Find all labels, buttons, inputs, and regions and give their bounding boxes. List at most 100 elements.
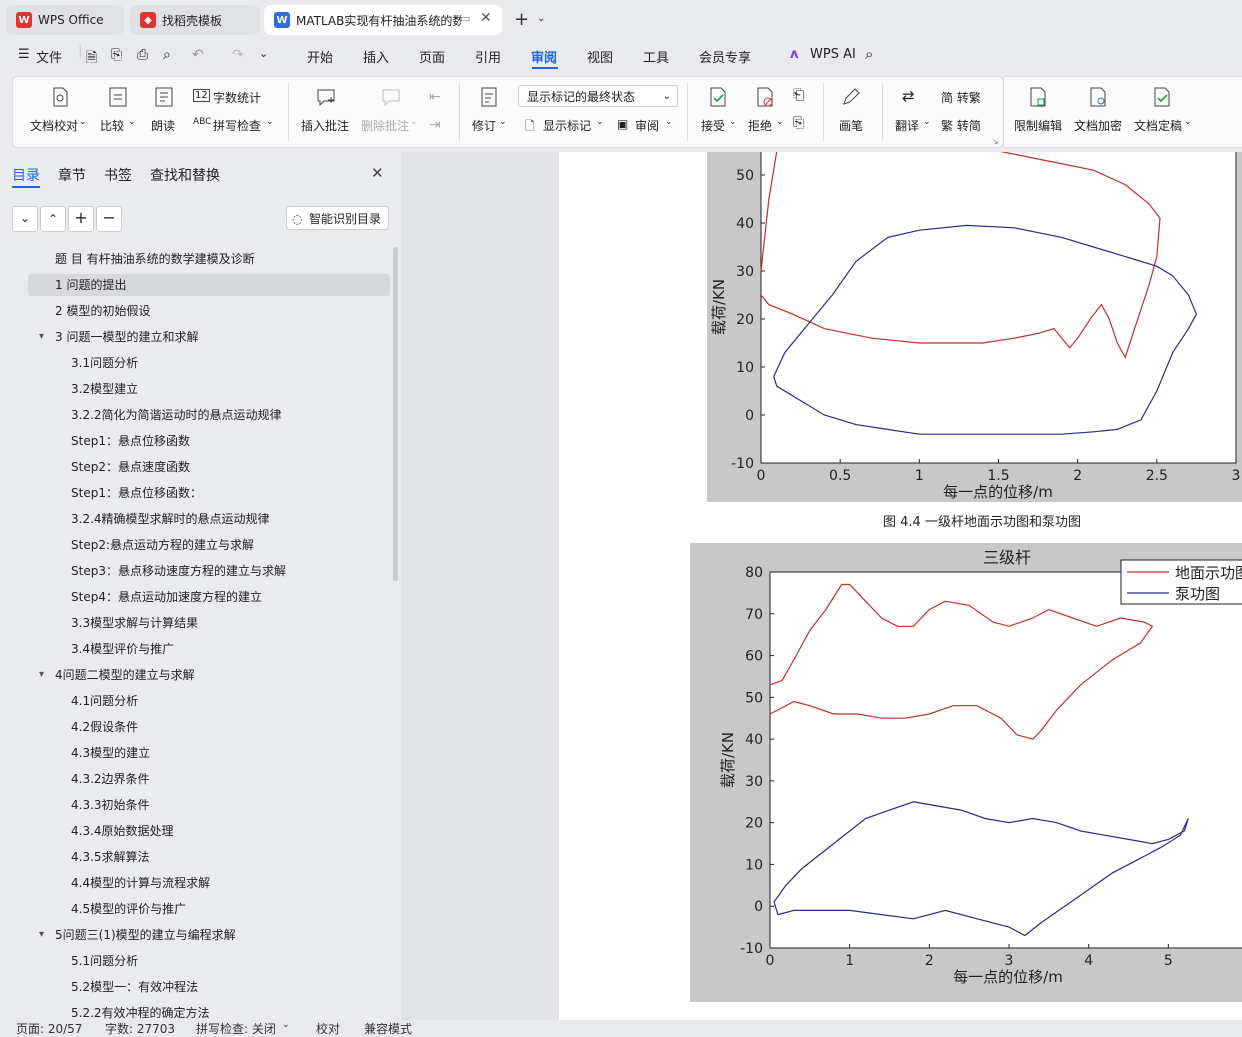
reject-button[interactable]: 拒绝 [748,117,772,134]
menu-insert[interactable]: 插入 [363,47,389,66]
toc-item[interactable]: 4.5模型的评价与推广 [0,898,392,920]
remove-heading-button[interactable]: − [96,206,122,232]
toc-item[interactable]: 4.3模型的建立 [0,742,392,764]
markup-mode-select[interactable]: 显示标记的最终状态 ⌄ [518,85,678,107]
toc-item[interactable]: 题 目 有杆抽油系统的数学建模及诊断 [0,248,392,270]
toc-item[interactable]: Step4：悬点运动加速度方程的建立 [0,586,392,608]
new-tab-plus-icon[interactable]: + [514,9,529,30]
toc-item[interactable]: 4.4模型的计算与流程求解 [0,872,392,894]
show-markup-button[interactable]: 显示标记 [543,117,591,134]
toc-item[interactable]: ▾ 4问题二模型的建立与求解 [0,664,392,686]
quick-access-chevron-icon[interactable]: ⌄ [259,47,268,60]
menu-review[interactable]: 审阅 [531,47,557,66]
close-tab-icon[interactable]: ✕ [480,10,492,26]
dialog-launcher-icon[interactable]: ↘ [992,137,999,146]
add-heading-button[interactable]: + [68,206,94,232]
toc-item[interactable]: 2 模型的初始假设 [0,300,392,322]
nav-tab-find-replace[interactable]: 查找和替换 [150,165,220,185]
menu-reference[interactable]: 引用 [475,47,501,66]
menu-tools[interactable]: 工具 [643,47,669,66]
tab-docer-templates[interactable]: ◆ 找稻壳模板 [130,5,260,35]
menu-page[interactable]: 页面 [419,47,445,66]
chevron-down-icon[interactable]: ⌄ [729,117,737,127]
chevron-down-icon[interactable]: ⌄ [499,117,507,127]
toc-item[interactable]: ▾ 5问题三(1)模型的建立与编程求解 [0,924,392,946]
delete-comment-button[interactable]: 删除批注 [361,117,409,134]
toc-item[interactable]: 4.3.3初始条件 [0,794,392,816]
toc-item[interactable]: 3.2模型建立 [0,378,392,400]
toc-item[interactable]: 4.3.5求解算法 [0,846,392,868]
toc-item[interactable]: Step1：悬点位移函数： [0,482,392,504]
toc-item[interactable]: 3.1问题分析 [0,352,392,374]
toc-item[interactable]: 3.3模型求解与计算结果 [0,612,392,634]
to-simplified-button[interactable]: 繁 转简 [941,117,981,134]
chevron-down-icon[interactable]: ⌄ [282,1020,290,1030]
smart-toc-button[interactable]: ◌ 智能识别目录 [286,206,389,230]
chevron-down-icon[interactable]: ⌄ [1184,117,1192,127]
restrict-edit-button[interactable]: 限制编辑 [1014,117,1062,134]
toc-item[interactable]: ▾ 3 问题一模型的建立和求解 [0,326,392,348]
track-changes-button[interactable]: 修订 [472,117,496,134]
finalize-button[interactable]: 文档定稿 [1134,117,1182,134]
toc-item[interactable]: 1 问题的提出 [28,274,390,296]
spell-check-status[interactable]: 拼写检查: 关闭 [196,1020,276,1037]
next-comment-icon[interactable]: ⇥ [429,117,441,133]
wps-ai-button[interactable]: WPS AI [810,47,856,62]
print-preview-icon[interactable]: ⌕ [163,47,171,63]
toc-item[interactable]: 4.3.4原始数据处理 [0,820,392,842]
tab-list-chevron-icon[interactable]: ⌄ [537,13,545,24]
close-pane-icon[interactable]: ✕ [371,164,384,182]
chevron-down-icon[interactable]: ⌄ [665,117,673,127]
toc-item[interactable]: Step2:悬点运动方程的建立与求解 [0,534,392,556]
toc-scrollbar[interactable] [393,247,398,581]
compare-button[interactable]: 比较 [100,117,124,134]
toc-item[interactable]: 3.2.2简化为简谐运动时的悬点运动规律 [0,404,392,426]
encrypt-button[interactable]: 文档加密 [1074,117,1122,134]
toc-item[interactable]: Step2：悬点速度函数 [0,456,392,478]
tab-current-document[interactable]: W MATLAB实现有杆抽油系统的数 ▭ ✕ [264,5,502,35]
menu-member[interactable]: 会员专享 [699,47,751,66]
chevron-down-icon[interactable]: ⌄ [776,117,784,127]
expand-level-button[interactable]: ⌃ [40,206,66,232]
word-count-button[interactable]: 字数统计 [213,89,261,106]
chevron-down-icon[interactable]: ⌄ [923,117,931,127]
menu-start[interactable]: 开始 [307,47,333,66]
nav-tab-bookmarks[interactable]: 书签 [104,165,132,185]
next-change-icon[interactable]: ⎘ [793,115,804,131]
menu-view[interactable]: 视图 [587,47,613,66]
to-traditional-button[interactable]: 简 转繁 [941,89,981,106]
nav-tab-toc[interactable]: 目录 [12,165,40,185]
chevron-down-icon[interactable]: ⌄ [128,117,136,127]
expand-caret-icon[interactable]: ▾ [39,924,44,946]
previous-comment-icon[interactable]: ⇤ [429,89,441,105]
redo-icon[interactable]: ↷ [232,47,244,63]
insert-comment-button[interactable]: 插入批注 [301,117,349,134]
expand-caret-icon[interactable]: ▾ [39,326,44,348]
toc-item[interactable]: Step1：悬点位移函数 [0,430,392,452]
page-indicator[interactable]: 页面: 20/57 [16,1020,82,1037]
accept-button[interactable]: 接受 [701,117,725,134]
toc-item[interactable]: 4.1问题分析 [0,690,392,712]
pen-button[interactable]: 画笔 [839,117,863,134]
toc-item[interactable]: 5.2.2有效冲程的确定方法 [0,1002,392,1020]
chevron-down-icon[interactable]: ⌄ [596,117,604,127]
toc-item[interactable]: 4.2假设条件 [0,716,392,738]
proofread-button[interactable]: 校对 [316,1020,340,1037]
search-icon[interactable]: ⌕ [865,45,873,63]
nav-tab-sections[interactable]: 章节 [58,165,86,185]
chevron-down-icon[interactable]: ⌄ [410,117,418,127]
file-menu[interactable]: 文件 [36,47,62,66]
hamburger-icon[interactable]: ☰ [18,47,30,62]
expand-caret-icon[interactable]: ▾ [39,664,44,686]
toc-item[interactable]: 5.1问题分析 [0,950,392,972]
translate-button[interactable]: 翻译 [895,117,919,134]
toc-item[interactable]: 5.2模型一：有效冲程法 [0,976,392,998]
previous-change-icon[interactable]: ⎗ [793,87,804,103]
toc-item[interactable]: 3.4模型评价与推广 [0,638,392,660]
share-icon[interactable]: ⎘ [111,47,122,63]
toc-item[interactable]: Step3：悬点移动速度方程的建立与求解 [0,560,392,582]
save-icon[interactable]: 🗎 [86,47,97,71]
collapse-level-button[interactable]: ⌄ [12,206,38,232]
doc-check-button[interactable]: 文档校对 [30,117,78,134]
undo-icon[interactable]: ↶ [192,47,204,63]
